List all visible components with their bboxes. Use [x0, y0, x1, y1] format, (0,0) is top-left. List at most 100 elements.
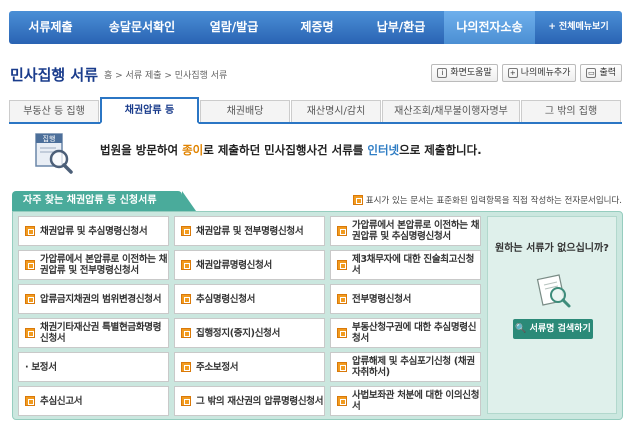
document-link[interactable]: 사법보좌관 처분에 대한 이의신청서 [330, 386, 481, 416]
all-menu-label: 전체메뉴보기 [558, 22, 609, 32]
e-document-icon [181, 260, 191, 270]
intro-paper: 종이 [182, 143, 204, 157]
document-label: 가압류에서 본압류로 이전하는 채권압류 및 전부명령신청서 [40, 254, 168, 276]
add-my-menu-button[interactable]: + 나의메뉴추가 [501, 64, 577, 82]
document-label: 압류금지채권의 범위변경신청서 [40, 293, 162, 305]
nav-submit-documents[interactable]: 서류제출 [9, 11, 92, 44]
breadcrumb: 홈 > 서류 제출 > 민사집행 서류 [104, 71, 228, 81]
e-document-icon [181, 226, 191, 236]
document-link[interactable]: 채권압류 및 전부명령신청서 [174, 216, 325, 246]
help-button[interactable]: i 화면도움말 [431, 64, 498, 82]
print-button[interactable]: ▭ 출력 [580, 64, 622, 82]
document-link[interactable]: 추심명령신청서 [174, 284, 325, 314]
document-label: 채권압류 및 전부명령신청서 [196, 225, 304, 237]
e-document-icon [337, 260, 347, 270]
document-label: 가압류에서 본압류로 이전하는 채권압류 및 추심명령신청서 [352, 220, 480, 242]
e-document-icon [337, 362, 347, 372]
e-document-icon [181, 294, 191, 304]
tab-claim-distribution[interactable]: 채권배당 [200, 100, 290, 122]
printer-icon: ▭ [586, 68, 597, 78]
document-link[interactable]: 제3채무자에 대한 진술최고신청서 [330, 250, 481, 280]
document-link[interactable]: 집행정지(중지)신청서 [174, 318, 325, 348]
intro-part1: 법원을 방문하여 [100, 143, 183, 157]
document-grid: 채권압류 및 추심명령신청서 채권압류 및 전부명령신청서 가압류에서 본압류로 이… [18, 216, 484, 416]
document-magnifier-icon [536, 274, 571, 308]
intro-internet: 인터넷 [367, 143, 400, 157]
e-document-icon [25, 396, 35, 406]
intro-part3: 로 제출하던 민사집행사건 서류를 [203, 143, 368, 157]
search-icon: 🔍 [515, 324, 527, 334]
e-document-icon [181, 396, 191, 406]
e-document-icon [25, 226, 35, 236]
document-link[interactable]: 추심신고서 [18, 386, 169, 416]
tab-property-disclosure[interactable]: 재산명시/감치 [291, 100, 381, 122]
e-document-icon [352, 195, 363, 205]
nav-certificate[interactable]: 제증명 [276, 11, 358, 44]
document-link[interactable]: 압류금지채권의 범위변경신청서 [18, 284, 169, 314]
notice-text: 표시가 있는 문서는 표준화된 입력항목을 직접 작성하는 전자문서입니다. [365, 196, 622, 206]
e-document-icon [181, 362, 191, 372]
document-label: 채권기타재산권 특별현금화명령신청서 [40, 322, 162, 344]
document-label: 부동산청구권에 대한 추심명령신청서 [352, 322, 477, 344]
document-link[interactable]: 주소보정서 [174, 352, 325, 382]
nav-all-menu[interactable]: + 전체메뉴보기 [535, 11, 622, 44]
help-label: 화면도움말 [450, 68, 492, 78]
frequent-docs-title: 자주 찾는 채권압류 등 신청서류 [12, 191, 196, 211]
document-label: 채권압류명령신청서 [196, 259, 272, 271]
e-document-icon [25, 294, 35, 304]
e-document-icon [337, 226, 347, 236]
nav-delivery-check[interactable]: 송달문서확인 [92, 11, 192, 44]
document-label: 채권압류 및 추심명령신청서 [40, 225, 148, 237]
e-document-icon [337, 328, 347, 338]
tab-claim-seizure[interactable]: 채권압류 등 [100, 97, 199, 124]
document-link[interactable]: 가압류에서 본압류로 이전하는 채권압류 및 전부명령신청서 [18, 250, 169, 280]
document-label: 그 밖의 재산권의 압류명령신청서 [196, 395, 324, 407]
document-label: 주소보정서 [196, 361, 239, 373]
document-label: · 보정서 [25, 361, 57, 373]
document-label: 압류해제 및 추심포기신청 (채권자취하서) [352, 356, 475, 378]
frequent-docs-panel: 채권압류 및 추심명령신청서 채권압류 및 전부명령신청서 가압류에서 본압류로 이… [12, 211, 623, 420]
document-label: 추심명령신청서 [196, 293, 256, 305]
document-label: 추심신고서 [40, 395, 83, 407]
e-document-icon [25, 260, 35, 270]
e-document-icon [337, 396, 347, 406]
tab-property-inquiry[interactable]: 재산조회/채무불이행자명부 [382, 100, 520, 122]
document-link[interactable]: 채권기타재산권 특별현금화명령신청서 [18, 318, 169, 348]
document-link[interactable]: 가압류에서 본압류로 이전하는 채권압류 및 추심명령신청서 [330, 216, 481, 246]
document-link[interactable]: 압류해제 및 추심포기신청 (채권자취하서) [330, 352, 481, 382]
e-document-icon [25, 328, 35, 338]
document-label: 집행정지(중지)신청서 [196, 327, 281, 339]
search-document-button[interactable]: 🔍 서류명 검색하기 [513, 319, 593, 339]
document-link[interactable]: 그 밖의 재산권의 압류명령신청서 [174, 386, 325, 416]
document-link[interactable]: 채권압류 및 추심명령신청서 [18, 216, 169, 246]
nav-my-litigation[interactable]: 나의전자소송 [444, 11, 535, 44]
add-my-menu-label: 나의메뉴추가 [520, 68, 571, 78]
e-document-notice: 표시가 있는 문서는 표준화된 입력항목을 직접 작성하는 전자문서입니다. [352, 194, 622, 206]
document-search-icon: 집행 [35, 133, 73, 174]
bookmark-icon: + [507, 68, 518, 78]
document-link[interactable]: 부동산청구권에 대한 추심명령신청서 [330, 318, 481, 348]
document-link[interactable]: 전부명령신청서 [330, 284, 481, 314]
page-title: 민사집행 서류 [10, 66, 99, 84]
nav-payment-refund[interactable]: 납부/환급 [358, 11, 444, 44]
info-icon: i [437, 68, 448, 78]
tab-other-execution[interactable]: 그 밖의 집행 [521, 100, 621, 122]
document-link[interactable]: 채권압류명령신청서 [174, 250, 325, 280]
plus-icon: + [548, 22, 556, 32]
search-question: 원하는 서류가 없으십니까? [495, 243, 609, 254]
e-document-icon [181, 328, 191, 338]
document-label: 전부명령신청서 [352, 293, 412, 305]
e-document-icon [337, 294, 347, 304]
print-label: 출력 [599, 68, 616, 78]
document-label: 사법보좌관 처분에 대한 이의신청서 [352, 390, 480, 412]
utility-buttons: i 화면도움말 + 나의메뉴추가 ▭ 출력 [431, 64, 622, 82]
document-link[interactable]: · 보정서 [18, 352, 169, 382]
nav-view-issue[interactable]: 열람/발급 [192, 11, 276, 44]
top-navigation: 서류제출 송달문서확인 열람/발급 제증명 납부/환급 나의전자소송 + 전체메뉴… [9, 11, 622, 44]
search-button-label: 서류명 검색하기 [529, 324, 591, 334]
tab-real-estate[interactable]: 부동산 등 집행 [9, 100, 99, 122]
search-box: 원하는 서류가 없으십니까? 🔍 서류명 검색하기 [487, 216, 617, 414]
document-label: 제3채무자에 대한 진술최고신청서 [352, 254, 475, 276]
tab-bar: 부동산 등 집행 채권압류 등 채권배당 재산명시/감치 재산조회/채무불이행자… [9, 97, 622, 124]
svg-text:집행: 집행 [43, 134, 56, 143]
